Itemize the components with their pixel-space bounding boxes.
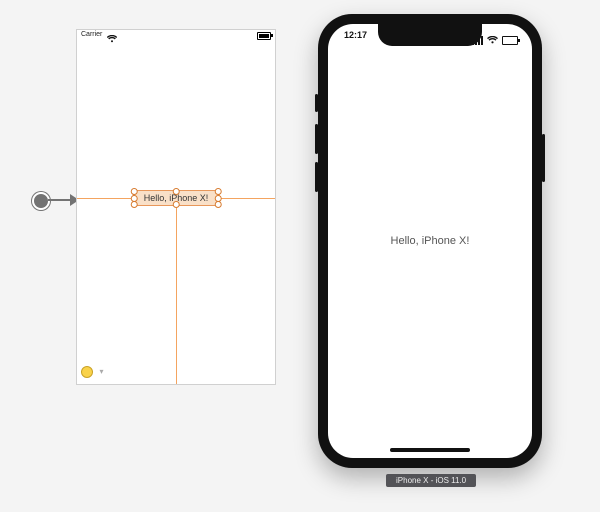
battery-icon <box>257 32 271 40</box>
interface-builder-canvas[interactable]: Carrier Hello, iPhone X! ▾ <box>76 29 276 385</box>
battery-icon <box>502 36 518 45</box>
wifi-icon <box>107 30 117 48</box>
resize-handle-bot-right[interactable] <box>214 201 221 208</box>
ib-status-bar: Carrier <box>77 30 275 44</box>
cellular-signal-icon <box>472 36 483 45</box>
home-indicator[interactable] <box>390 448 470 452</box>
carrier-label: Carrier <box>81 31 102 38</box>
selected-uilabel[interactable]: Hello, iPhone X! <box>133 190 220 206</box>
warning-chevron-icon[interactable]: ▾ <box>99 367 103 376</box>
status-right-cluster <box>472 31 518 49</box>
layout-warning-icon[interactable] <box>81 366 93 378</box>
iphone-x-device: 12:17 Hello, iPhone X! <box>318 14 542 468</box>
resize-handle-top-right[interactable] <box>214 188 221 195</box>
greeting-label: Hello, iPhone X! <box>328 235 532 247</box>
resize-handle-top-left[interactable] <box>131 188 138 195</box>
volume-up-button <box>315 124 318 154</box>
resize-handle-bot-left[interactable] <box>131 201 138 208</box>
status-time: 12:17 <box>344 30 367 40</box>
wifi-icon <box>487 31 498 49</box>
volume-down-button <box>315 162 318 192</box>
resize-handle-bot-mid[interactable] <box>173 201 180 208</box>
constraint-guide-vertical <box>176 208 177 384</box>
notch <box>378 24 482 46</box>
side-button <box>542 134 545 182</box>
ib-footer: ▾ <box>81 363 103 381</box>
device-caption: iPhone X - iOS 11.0 <box>386 474 476 487</box>
intro-arrow <box>32 192 50 210</box>
mute-switch <box>315 94 318 112</box>
device-screen[interactable]: 12:17 Hello, iPhone X! <box>328 24 532 458</box>
